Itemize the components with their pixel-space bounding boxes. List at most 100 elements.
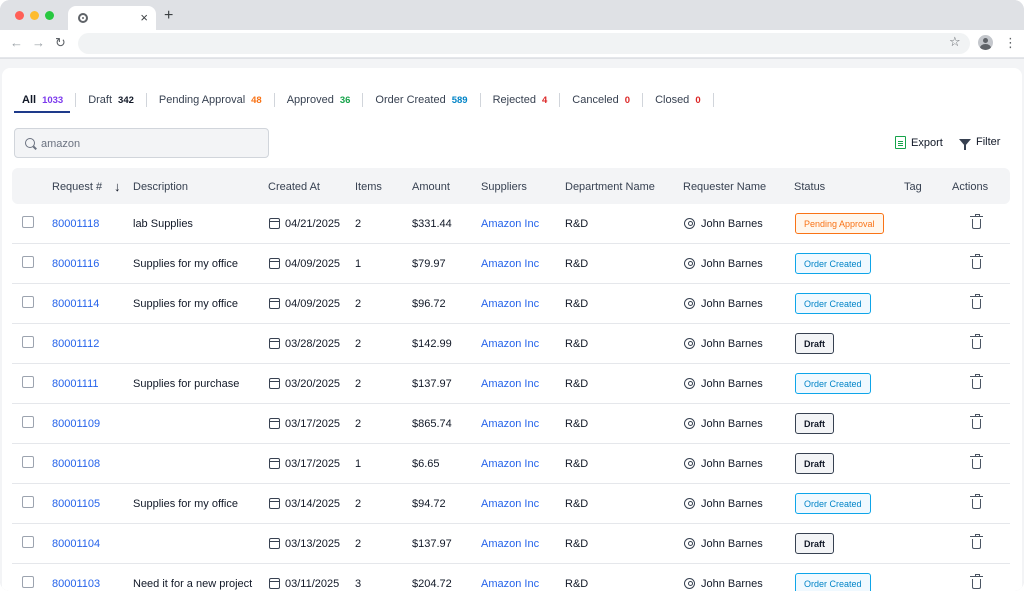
row-checkbox[interactable] <box>22 216 34 228</box>
tab-rejected[interactable]: Rejected 4 <box>493 93 561 107</box>
table-row[interactable]: 80001109 03/17/2025 2 $865.74 Amazon Inc R&D J… <box>12 404 1010 444</box>
sort-down-arrow-icon[interactable]: ↓ <box>114 179 121 194</box>
forward-icon[interactable]: → <box>32 35 45 50</box>
table-row[interactable]: 80001118 lab Supplies 04/21/2025 2 $331.44 Am… <box>12 204 1010 244</box>
status-badge: Order Created <box>795 573 871 591</box>
table-row[interactable]: 80001103 Need it for a new project 03/11/2… <box>12 564 1010 591</box>
supplier-link[interactable]: Amazon Inc <box>481 298 539 310</box>
tab-order-created[interactable]: Order Created 589 <box>375 93 481 107</box>
minimize-window-button[interactable] <box>30 11 39 20</box>
row-checkbox[interactable] <box>22 576 34 588</box>
supplier-link[interactable]: Amazon Inc <box>481 378 539 390</box>
table-row[interactable]: 80001112 03/28/2025 2 $142.99 Amazon Inc R&D J… <box>12 324 1010 364</box>
created-at-cell: 03/20/2025 <box>285 378 341 390</box>
request-number-link[interactable]: 80001105 <box>52 498 100 510</box>
header-requester[interactable]: Requester Name <box>683 181 766 193</box>
request-number-link[interactable]: 80001112 <box>52 338 99 350</box>
trash-icon[interactable] <box>970 414 983 429</box>
tab-pending-approval[interactable]: Pending Approval 48 <box>159 93 275 107</box>
supplier-link[interactable]: Amazon Inc <box>481 498 539 510</box>
search-input[interactable] <box>41 135 261 153</box>
request-number-link[interactable]: 80001116 <box>52 258 99 270</box>
trash-icon[interactable] <box>970 574 983 589</box>
search-icon <box>25 138 35 148</box>
supplier-link[interactable]: Amazon Inc <box>481 338 539 350</box>
row-checkbox[interactable] <box>22 376 34 388</box>
trash-icon[interactable] <box>970 534 983 549</box>
browser-menu-icon[interactable]: ⋮ <box>1004 35 1017 51</box>
request-number-link[interactable]: 80001103 <box>52 578 100 590</box>
trash-icon[interactable] <box>970 254 983 269</box>
header-tag[interactable]: Tag <box>904 181 922 193</box>
header-department[interactable]: Department Name <box>565 181 655 193</box>
request-number-link[interactable]: 80001108 <box>52 458 100 470</box>
supplier-link[interactable]: Amazon Inc <box>481 458 539 470</box>
header-created-at[interactable]: Created At <box>268 181 320 193</box>
tab-all[interactable]: All 1033 <box>22 93 77 107</box>
row-checkbox[interactable] <box>22 296 34 308</box>
request-number-link[interactable]: 80001109 <box>52 418 100 430</box>
trash-icon[interactable] <box>970 494 983 509</box>
export-button[interactable]: Export <box>895 136 943 149</box>
row-checkbox[interactable] <box>22 416 34 428</box>
items-cell: 2 <box>355 298 362 310</box>
trash-icon[interactable] <box>970 214 983 229</box>
row-checkbox[interactable] <box>22 336 34 348</box>
supplier-link[interactable]: Amazon Inc <box>481 418 539 430</box>
header-items[interactable]: Items <box>355 181 382 193</box>
trash-icon[interactable] <box>970 294 983 309</box>
tab-closed[interactable]: Closed 0 <box>655 93 714 107</box>
trash-icon[interactable] <box>970 334 983 349</box>
tab-draft[interactable]: Draft 342 <box>88 93 147 107</box>
bookmark-star-icon[interactable]: ☆ <box>949 34 961 50</box>
table-row[interactable]: 80001114 Supplies for my office 04/09/2025… <box>12 284 1010 324</box>
supplier-link[interactable]: Amazon Inc <box>481 258 539 270</box>
row-checkbox[interactable] <box>22 536 34 548</box>
header-description[interactable]: Description <box>133 181 188 193</box>
created-at-cell: 04/09/2025 <box>285 258 341 270</box>
request-number-link[interactable]: 80001118 <box>52 218 99 230</box>
trash-icon[interactable] <box>970 454 983 469</box>
status-badge: Order Created <box>795 293 871 314</box>
maximize-window-button[interactable] <box>45 11 54 20</box>
table-row[interactable]: 80001116 Supplies for my office 04/09/2025… <box>12 244 1010 284</box>
header-status[interactable]: Status <box>794 181 825 193</box>
tab-approved[interactable]: Approved 36 <box>287 93 364 107</box>
supplier-link[interactable]: Amazon Inc <box>481 218 539 230</box>
amount-cell: $137.97 <box>412 378 452 390</box>
address-bar[interactable] <box>78 33 970 54</box>
tab-count-badge: 1033 <box>42 94 64 106</box>
profile-avatar-icon[interactable] <box>978 35 993 50</box>
new-tab-button[interactable]: + <box>164 7 173 25</box>
table-row[interactable]: 80001108 03/17/2025 1 $6.65 Amazon Inc R&D Joh… <box>12 444 1010 484</box>
browser-tab[interactable]: × <box>68 6 156 30</box>
request-number-link[interactable]: 80001114 <box>52 298 99 310</box>
header-amount[interactable]: Amount <box>412 181 450 193</box>
supplier-link[interactable]: Amazon Inc <box>481 538 539 550</box>
table-row[interactable]: 80001111 Supplies for purchase 03/20/2025 2… <box>12 364 1010 404</box>
header-actions: Actions <box>952 181 989 193</box>
items-cell: 2 <box>355 498 362 510</box>
request-number-link[interactable]: 80001111 <box>52 378 99 390</box>
created-at-cell: 04/21/2025 <box>285 218 341 230</box>
request-number-link[interactable]: 80001104 <box>52 538 100 550</box>
row-checkbox[interactable] <box>22 456 34 468</box>
trash-icon[interactable] <box>970 374 983 389</box>
tab-count-badge: 36 <box>339 94 351 106</box>
tab-close-icon[interactable]: × <box>140 10 148 25</box>
header-suppliers[interactable]: Suppliers <box>481 181 527 193</box>
user-icon <box>684 498 695 509</box>
amount-cell: $137.97 <box>412 538 452 550</box>
row-checkbox[interactable] <box>22 496 34 508</box>
tab-canceled[interactable]: Canceled 0 <box>572 93 644 107</box>
header-request[interactable]: Request # <box>52 181 102 193</box>
filter-button[interactable]: Filter <box>959 136 1000 150</box>
reload-icon[interactable]: ↻ <box>55 35 66 51</box>
row-checkbox[interactable] <box>22 256 34 268</box>
back-icon[interactable]: ← <box>10 35 23 50</box>
created-at-cell: 03/17/2025 <box>285 418 341 430</box>
close-window-button[interactable] <box>15 11 24 20</box>
table-row[interactable]: 80001104 03/13/2025 2 $137.97 Amazon Inc R&D J… <box>12 524 1010 564</box>
supplier-link[interactable]: Amazon Inc <box>481 578 539 590</box>
table-row[interactable]: 80001105 Supplies for my office 03/14/2025… <box>12 484 1010 524</box>
